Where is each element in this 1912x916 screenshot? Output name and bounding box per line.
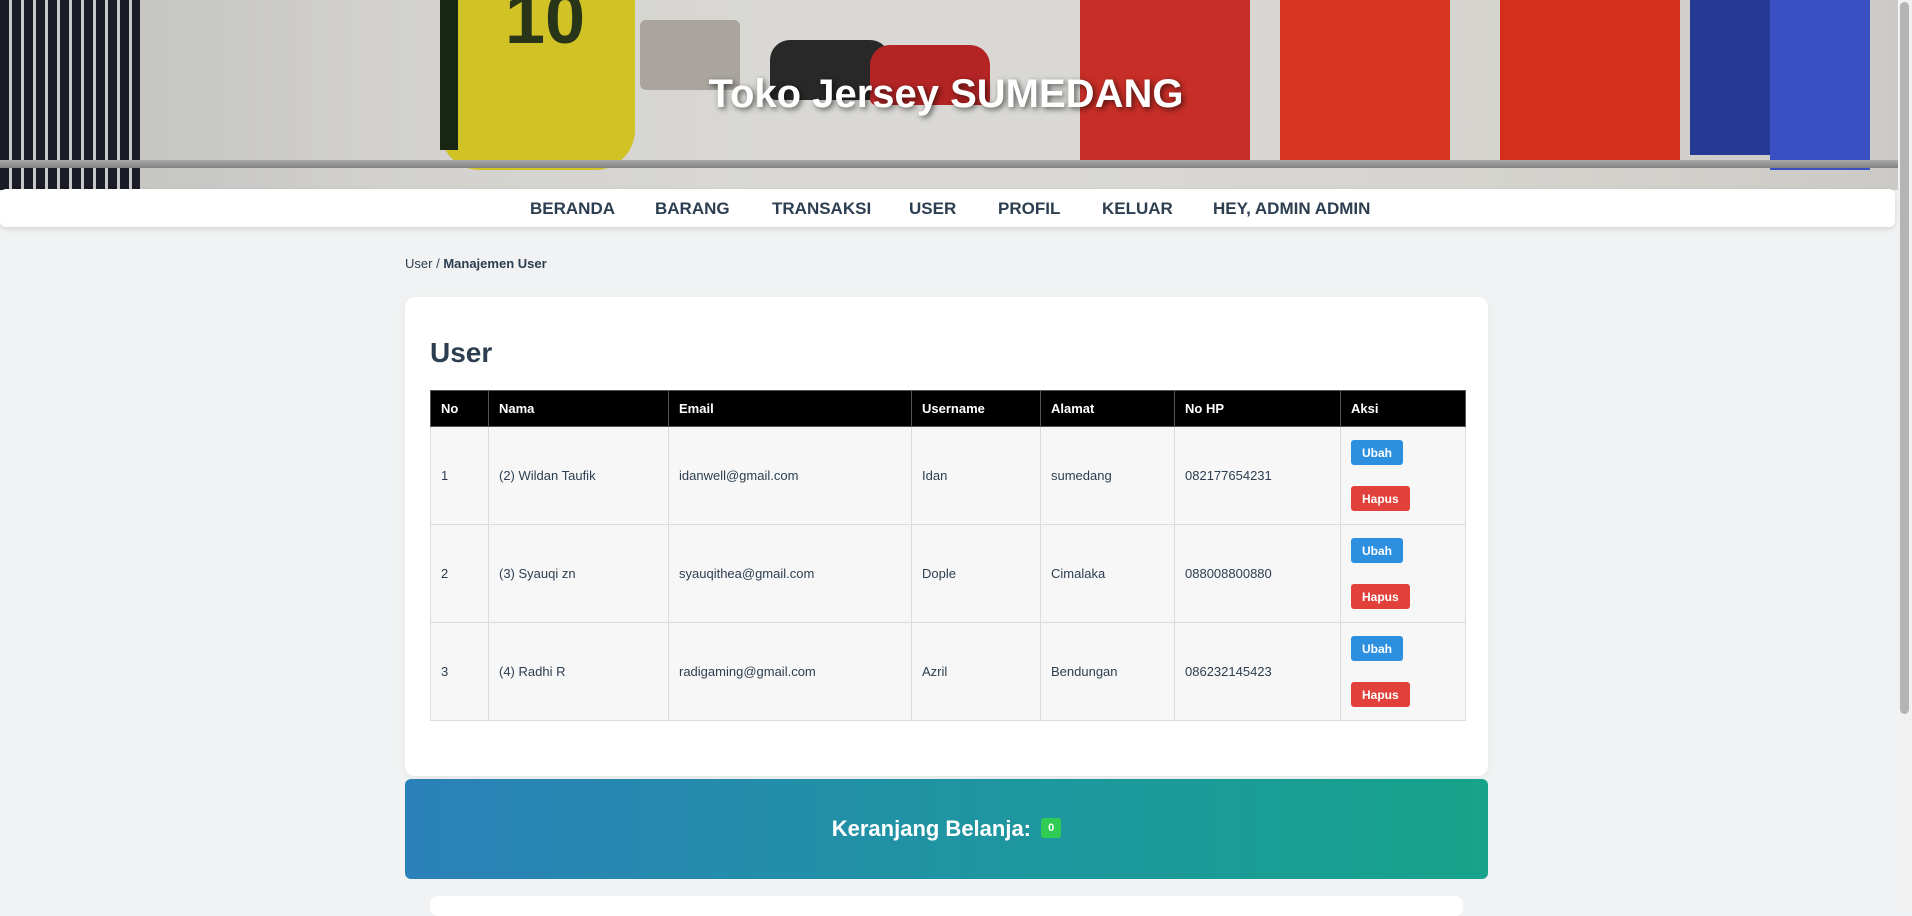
column-header-username: Username [911, 390, 1041, 427]
cell-email: syauqithea@gmail.com [668, 524, 912, 623]
user-card: User No Nama Email Username Alamat No HP… [405, 297, 1488, 776]
edit-button[interactable]: Ubah [1351, 636, 1403, 661]
breadcrumb: User / Manajemen User [405, 256, 547, 271]
cell-nama: (3) Syauqi zn [488, 524, 669, 623]
delete-button[interactable]: Hapus [1351, 584, 1410, 609]
page-scrollbar[interactable] [1898, 0, 1912, 906]
nav-item-profil[interactable]: PROFIL [998, 199, 1060, 219]
nav-item-transaksi[interactable]: TRANSAKSI [772, 199, 871, 219]
edit-button[interactable]: Ubah [1351, 440, 1403, 465]
cell-username: Idan [911, 426, 1041, 525]
cell-no: 2 [430, 524, 489, 623]
cell-no-hp: 082177654231 [1174, 426, 1341, 525]
table-header-row: No Nama Email Username Alamat No HP Aksi [430, 390, 1466, 427]
next-card [430, 896, 1463, 916]
cell-alamat: Cimalaka [1040, 524, 1175, 623]
cart-banner[interactable]: Keranjang Belanja: 0 [405, 779, 1488, 879]
cell-username: Dople [911, 524, 1041, 623]
column-header-no-hp: No HP [1174, 390, 1341, 427]
breadcrumb-parent[interactable]: User [405, 256, 432, 271]
cart-count-badge: 0 [1041, 818, 1062, 839]
cell-no-hp: 086232145423 [1174, 622, 1341, 721]
breadcrumb-current: Manajemen User [443, 256, 547, 271]
delete-button[interactable]: Hapus [1351, 486, 1410, 511]
cell-email: radigaming@gmail.com [668, 622, 912, 721]
cell-no-hp: 088008800880 [1174, 524, 1341, 623]
nav-item-barang[interactable]: BARANG [655, 199, 730, 219]
cell-alamat: Bendungan [1040, 622, 1175, 721]
nav-item-beranda[interactable]: BERANDA [530, 199, 615, 219]
delete-button[interactable]: Hapus [1351, 682, 1410, 707]
cell-no: 3 [430, 622, 489, 721]
page-title: User [430, 337, 493, 368]
edit-button[interactable]: Ubah [1351, 538, 1403, 563]
column-header-nama: Nama [488, 390, 669, 427]
column-header-aksi: Aksi [1340, 390, 1466, 427]
cart-label: Keranjang Belanja: [831, 816, 1032, 841]
column-header-email: Email [668, 390, 912, 427]
table-row: 1 (2) Wildan Taufik idanwell@gmail.com I… [430, 426, 1466, 525]
cell-nama: (2) Wildan Taufik [488, 426, 669, 525]
cell-username: Azril [911, 622, 1041, 721]
nav-item-account[interactable]: HEY, ADMIN ADMIN [1213, 199, 1370, 219]
header-banner: 10 Toko Jersey SUMEDANG [0, 0, 1912, 190]
cell-aksi: Ubah Hapus [1340, 622, 1466, 721]
cell-alamat: sumedang [1040, 426, 1175, 525]
cell-nama: (4) Radhi R [488, 622, 669, 721]
cell-no: 1 [430, 426, 489, 525]
cell-aksi: Ubah Hapus [1340, 426, 1466, 525]
scrollbar-thumb[interactable] [1900, 2, 1909, 714]
nav-item-keluar[interactable]: KELUAR [1102, 199, 1173, 219]
cell-aksi: Ubah Hapus [1340, 524, 1466, 623]
cell-email: idanwell@gmail.com [668, 426, 912, 525]
table-row: 2 (3) Syauqi zn syauqithea@gmail.com Dop… [430, 524, 1466, 623]
nav-item-user[interactable]: USER [909, 199, 956, 219]
table-row: 3 (4) Radhi R radigaming@gmail.com Azril… [430, 622, 1466, 721]
user-table: No Nama Email Username Alamat No HP Aksi… [430, 390, 1466, 721]
main-nav: BERANDA BARANG TRANSAKSI USER PROFIL KEL… [0, 189, 1895, 227]
site-title: Toko Jersey SUMEDANG [708, 72, 1184, 116]
breadcrumb-separator: / [436, 256, 440, 271]
column-header-alamat: Alamat [1040, 390, 1175, 427]
column-header-no: No [430, 390, 489, 427]
